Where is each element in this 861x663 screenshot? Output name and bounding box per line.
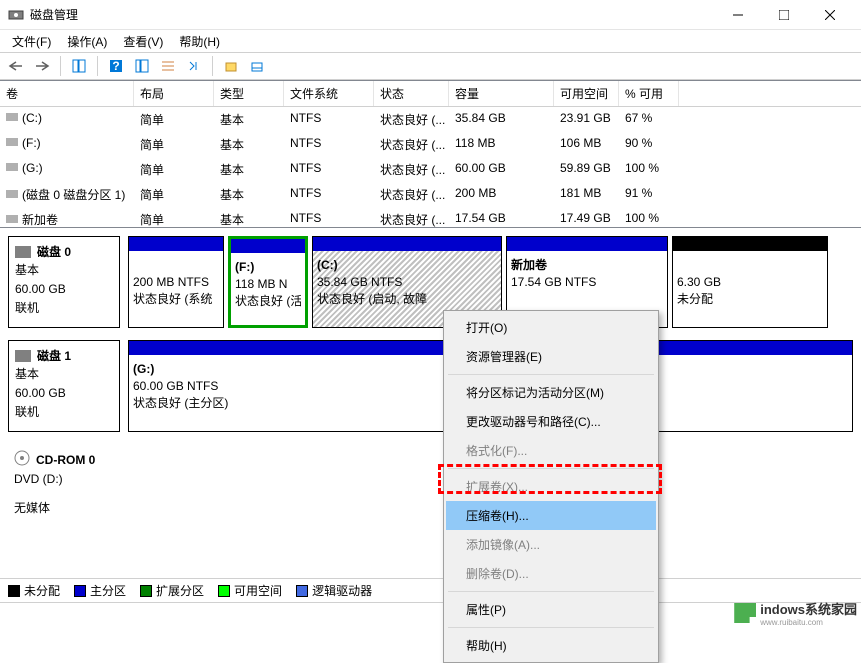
forward-button[interactable] bbox=[30, 55, 54, 77]
partition-d0p1-selected[interactable]: (F:) 118 MB N 状态良好 (活 bbox=[228, 236, 308, 328]
toolbar-btn-6[interactable] bbox=[245, 55, 269, 77]
legend-extended-swatch bbox=[140, 585, 152, 597]
cdrom-info[interactable]: CD-ROM 0 DVD (D:) 无媒体 bbox=[8, 444, 120, 524]
back-button[interactable] bbox=[4, 55, 28, 77]
help-button[interactable]: ? bbox=[104, 55, 128, 77]
toolbar-btn-2[interactable] bbox=[130, 55, 154, 77]
disk-0-status: 联机 bbox=[15, 300, 113, 317]
col-capacity[interactable]: 容量 bbox=[449, 81, 554, 106]
window-title: 磁盘管理 bbox=[30, 6, 715, 23]
col-fs[interactable]: 文件系统 bbox=[284, 81, 374, 106]
ctx-help[interactable]: 帮助(H) bbox=[446, 631, 656, 660]
col-type[interactable]: 类型 bbox=[214, 81, 284, 106]
menu-action[interactable]: 操作(A) bbox=[59, 30, 115, 53]
volume-table: 卷 布局 类型 文件系统 状态 容量 可用空间 % 可用 (C:)简单基本NTF… bbox=[0, 80, 861, 228]
ctx-open[interactable]: 打开(O) bbox=[446, 313, 656, 342]
titlebar: 磁盘管理 bbox=[0, 0, 861, 30]
ctx-shrink[interactable]: 压缩卷(H)... bbox=[446, 501, 656, 530]
ctx-delete: 删除卷(D)... bbox=[446, 559, 656, 588]
disk-0-info[interactable]: 磁盘 0 基本 60.00 GB 联机 bbox=[8, 236, 120, 328]
menu-file[interactable]: 文件(F) bbox=[4, 30, 59, 53]
watermark: indows系统家园 www.ruibaitu.com bbox=[734, 599, 857, 627]
watermark-text: indows系统家园 bbox=[760, 599, 857, 618]
disk-0-name: 磁盘 0 bbox=[37, 243, 71, 260]
table-row[interactable]: (F:)简单基本NTFS状态良好 (...118 MB106 MB90 % bbox=[0, 132, 861, 157]
statusbar bbox=[0, 602, 861, 624]
disk-1-row: 磁盘 1 基本 60.00 GB 联机 (G:) 60.00 GB NTFS 状… bbox=[8, 340, 853, 432]
col-pct[interactable]: % 可用 bbox=[619, 81, 679, 106]
disk-1-status: 联机 bbox=[15, 404, 113, 421]
legend-free-swatch bbox=[218, 585, 230, 597]
disk-1-name: 磁盘 1 bbox=[37, 347, 71, 364]
legend-primary: 主分区 bbox=[90, 582, 126, 599]
table-row[interactable]: (G:)简单基本NTFS状态良好 (...60.00 GB59.89 GB100… bbox=[0, 157, 861, 182]
partition-d0p0[interactable]: 200 MB NTFS 状态良好 (系统 bbox=[128, 236, 224, 328]
toolbar-btn-3[interactable] bbox=[156, 55, 180, 77]
table-row[interactable]: (C:)简单基本NTFS状态良好 (...35.84 GB23.91 GB67 … bbox=[0, 107, 861, 132]
ctx-mirror: 添加镜像(A)... bbox=[446, 530, 656, 559]
graphical-view: 磁盘 0 基本 60.00 GB 联机 200 MB NTFS 状态良好 (系统… bbox=[0, 228, 861, 578]
ctx-format: 格式化(F)... bbox=[446, 436, 656, 465]
cdrom-status: 无媒体 bbox=[14, 500, 114, 517]
table-row[interactable]: (磁盘 0 磁盘分区 1)简单基本NTFS状态良好 (...200 MB181 … bbox=[0, 182, 861, 207]
watermark-logo-icon bbox=[734, 603, 756, 623]
cdrom-desc: DVD (D:) bbox=[14, 471, 114, 488]
toolbar-btn-5[interactable] bbox=[219, 55, 243, 77]
toolbar: ? bbox=[0, 52, 861, 80]
ctx-driveletter[interactable]: 更改驱动器号和路径(C)... bbox=[446, 407, 656, 436]
legend-extended: 扩展分区 bbox=[156, 582, 204, 599]
legend-free: 可用空间 bbox=[234, 582, 282, 599]
maximize-button[interactable] bbox=[761, 0, 807, 30]
legend-unalloc-swatch bbox=[8, 585, 20, 597]
toolbar-btn-4[interactable] bbox=[182, 55, 206, 77]
cdrom-row: CD-ROM 0 DVD (D:) 无媒体 bbox=[8, 444, 853, 524]
watermark-sub: www.ruibaitu.com bbox=[760, 618, 857, 627]
disk-0-size: 60.00 GB bbox=[15, 281, 113, 298]
menu-help[interactable]: 帮助(H) bbox=[171, 30, 228, 53]
svg-text:?: ? bbox=[112, 59, 119, 73]
legend-logical: 逻辑驱动器 bbox=[312, 582, 372, 599]
cdrom-name: CD-ROM 0 bbox=[36, 453, 95, 467]
col-status[interactable]: 状态 bbox=[374, 81, 449, 106]
col-layout[interactable]: 布局 bbox=[134, 81, 214, 106]
menu-view[interactable]: 查看(V) bbox=[115, 30, 171, 53]
disk-1-type: 基本 bbox=[15, 366, 113, 383]
menubar: 文件(F) 操作(A) 查看(V) 帮助(H) bbox=[0, 30, 861, 52]
ctx-properties[interactable]: 属性(P) bbox=[446, 595, 656, 624]
col-volume[interactable]: 卷 bbox=[0, 81, 134, 106]
close-button[interactable] bbox=[807, 0, 853, 30]
ctx-extend: 扩展卷(X)... bbox=[446, 472, 656, 501]
ctx-explorer[interactable]: 资源管理器(E) bbox=[446, 342, 656, 371]
disk-1-info[interactable]: 磁盘 1 基本 60.00 GB 联机 bbox=[8, 340, 120, 432]
table-row[interactable]: 新加卷简单基本NTFS状态良好 (...17.54 GB17.49 GB100 … bbox=[0, 207, 861, 227]
legend-logical-swatch bbox=[296, 585, 308, 597]
minimize-button[interactable] bbox=[715, 0, 761, 30]
cdrom-icon bbox=[14, 450, 30, 469]
disk-icon bbox=[15, 246, 31, 258]
ctx-active[interactable]: 将分区标记为活动分区(M) bbox=[446, 378, 656, 407]
disk-icon bbox=[15, 350, 31, 362]
legend-primary-swatch bbox=[74, 585, 86, 597]
partition-d0p4-unallocated[interactable]: 6.30 GB 未分配 bbox=[672, 236, 828, 328]
context-menu: 打开(O) 资源管理器(E) 将分区标记为活动分区(M) 更改驱动器号和路径(C… bbox=[443, 310, 659, 663]
disk-1-size: 60.00 GB bbox=[15, 385, 113, 402]
app-icon bbox=[8, 7, 24, 23]
disk-0-row: 磁盘 0 基本 60.00 GB 联机 200 MB NTFS 状态良好 (系统… bbox=[8, 236, 853, 328]
legend-unalloc: 未分配 bbox=[24, 582, 60, 599]
col-free[interactable]: 可用空间 bbox=[554, 81, 619, 106]
disk-0-type: 基本 bbox=[15, 262, 113, 279]
toolbar-btn-1[interactable] bbox=[67, 55, 91, 77]
legend: 未分配 主分区 扩展分区 可用空间 逻辑驱动器 bbox=[0, 578, 861, 602]
